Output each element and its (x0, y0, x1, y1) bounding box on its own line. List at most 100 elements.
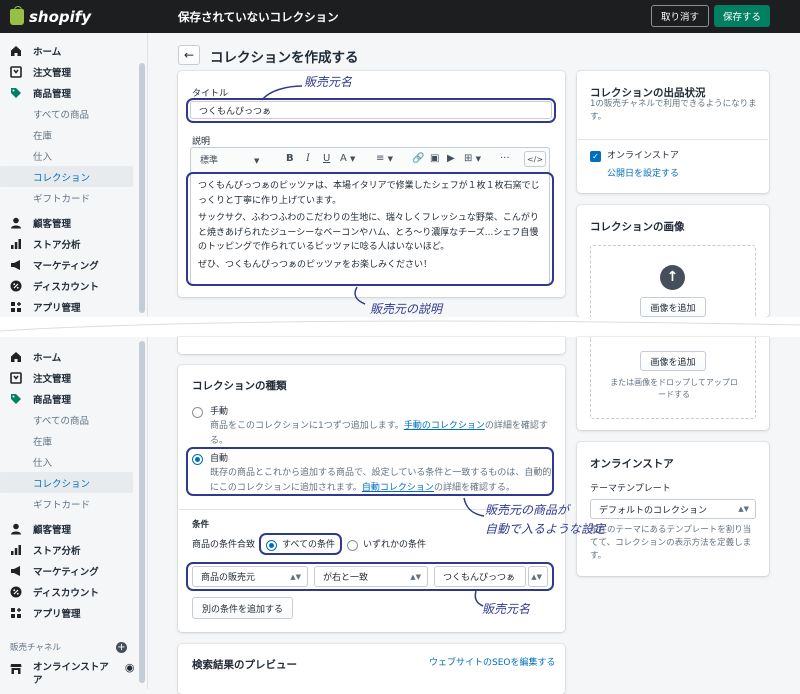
seo-edit-link[interactable]: ウェブサイトのSEOを編集する (429, 656, 555, 671)
sidebar-item-apps[interactable]: アプリ管理 (0, 296, 147, 317)
apps-icon (10, 607, 23, 619)
manual-collection-link[interactable]: 手動のコレクション (404, 421, 485, 431)
divider (578, 139, 768, 140)
match-all-radio[interactable] (266, 540, 277, 551)
sidebar-item-online-store[interactable]: オンラインストアア ◉ (0, 657, 147, 687)
screenshot-tear (0, 317, 800, 337)
sidebar-item-purchase[interactable]: 仕入 (0, 145, 147, 166)
back-button[interactable]: ← (178, 45, 200, 65)
sidebar-top: ホーム 注文管理 商品管理 すべての商品 在庫 仕入 コレクション ギフトカード… (0, 33, 148, 317)
sidebar-item-all-products[interactable]: すべての商品 (0, 103, 147, 124)
sidebar-scrollbar[interactable] (139, 63, 145, 313)
sidebar-item-customers[interactable]: 顧客管理 (0, 212, 147, 233)
sidebar-item-collections[interactable]: コレクション (0, 166, 133, 187)
align-icon[interactable]: ≡ ▼ (376, 153, 393, 164)
upload-icon: ↑ (660, 265, 685, 290)
orders-icon (10, 371, 23, 384)
match-any-radio[interactable] (347, 540, 358, 551)
sidebar-item-customers-2[interactable]: 顧客管理 (0, 518, 147, 539)
sidebar-item-home[interactable]: ホーム (0, 40, 147, 61)
add-condition-button[interactable]: 別の条件を追加する (192, 597, 293, 619)
sidebar-item-gift-cards[interactable]: ギフトカード (0, 187, 147, 208)
collection-type-card (178, 365, 565, 632)
sidebar-item-gift-cards-2[interactable]: ギフトカード (0, 493, 147, 514)
schedule-link[interactable]: 公開日を設定する (607, 167, 679, 182)
link-icon[interactable]: 🔗 (412, 153, 424, 164)
shopify-logo[interactable]: shopify (0, 5, 170, 26)
sidebar-item-apps-2[interactable]: アプリ管理 (0, 602, 147, 623)
auto-radio[interactable] (192, 454, 203, 465)
more-icon[interactable]: ··· (500, 153, 510, 164)
html-icon[interactable]: </> (524, 151, 546, 167)
sidebar-scrollbar-2[interactable] (139, 341, 145, 683)
sidebar-item-inventory[interactable]: 在庫 (0, 124, 147, 145)
store-icon (10, 663, 23, 675)
format-select[interactable]: 標準 ▼ (200, 153, 259, 166)
sidebar-item-all-products-2[interactable]: すべての商品 (0, 409, 147, 430)
match-label: 商品の条件合致 (192, 540, 256, 550)
sidebar-item-purchase-2[interactable]: 仕入 (0, 451, 147, 472)
sidebar-item-orders-2[interactable]: 注文管理 (0, 367, 147, 388)
auto-label: 自動 (210, 454, 229, 464)
template-help: 現在のテーマにあるテンプレートを割り当てて、コレクションの表示方法を定義します。 (590, 525, 752, 561)
bar-chart-icon (10, 238, 23, 250)
save-button[interactable]: 保存する (714, 5, 770, 27)
underline-icon[interactable]: U (323, 153, 330, 164)
annotation-arrow-1 (261, 85, 303, 101)
annotation-auto-setting-1: 販売元の商品が (485, 503, 570, 517)
sidebar-item-collections-2[interactable]: コレクション (0, 472, 133, 493)
text-color-icon[interactable]: A ▼ (340, 153, 355, 164)
description-paragraph-2: サックサク、ふわつふわのこだわりの生地に、瑞々しくフレッシュな野菜、こんがりと焼… (198, 213, 539, 252)
template-select[interactable]: デフォルトのコレクション ▲▼ (590, 499, 756, 519)
sales-channels-header: 販売チャネル + (10, 641, 127, 653)
sidebar-item-marketing-2[interactable]: マーケティング (0, 560, 147, 581)
seo-title: 検索結果のプレビュー (192, 659, 297, 671)
discard-button[interactable]: 取り消す (651, 5, 709, 27)
description-label: 説明 (192, 137, 211, 147)
sidebar-item-analytics-2[interactable]: ストア分析 (0, 539, 147, 560)
megaphone-icon (10, 259, 23, 271)
sidebar-item-discounts-2[interactable]: ディスカウント (0, 581, 147, 602)
annotation-arrow-4 (474, 590, 484, 607)
tag-icon (10, 393, 23, 405)
sidebar-item-products[interactable]: 商品管理 (0, 82, 147, 103)
condition-operator-select[interactable]: が右と一致 ▲▼ (314, 566, 428, 587)
sidebar-item-home-2[interactable]: ホーム (0, 346, 147, 367)
bar-chart-icon (10, 544, 23, 556)
online-store-checkbox[interactable]: ✓ (590, 151, 601, 162)
italic-icon[interactable]: I (306, 153, 310, 164)
table-icon[interactable]: ⊞ ▼ (464, 153, 481, 164)
title-input[interactable]: つくもんぴっつぁ (190, 101, 552, 119)
auto-collection-link[interactable]: 自動コレクション (362, 483, 434, 493)
video-icon[interactable]: ▶ (447, 153, 455, 164)
add-image-button[interactable]: 画像を追加 (640, 297, 706, 317)
sidebar-item-orders[interactable]: 注文管理 (0, 61, 147, 82)
sidebar-item-analytics[interactable]: ストア分析 (0, 233, 147, 254)
orders-icon (10, 65, 23, 78)
add-channel-icon[interactable]: + (116, 641, 127, 653)
condition-field-select[interactable]: 商品の販売元 ▲▼ (192, 566, 308, 587)
person-icon (10, 217, 23, 229)
sidebar-item-inventory-2[interactable]: 在庫 (0, 430, 147, 451)
annotation-vendor-name-2: 販売元名 (482, 602, 531, 616)
sidebar-item-discounts[interactable]: ディスカウント (0, 275, 147, 296)
image-card-title: コレクションの画像 (590, 221, 685, 233)
sidebar-item-marketing[interactable]: マーケティング (0, 254, 147, 275)
template-label: テーマテンプレート (590, 484, 671, 494)
page-title: コレクションを作成する (210, 50, 359, 66)
image-icon[interactable]: ▣ (430, 153, 439, 164)
bold-icon[interactable]: B (286, 153, 294, 164)
discount-icon (10, 586, 23, 598)
annotation-vendor-desc: 販売元の説明 (370, 302, 443, 316)
condition-value-select[interactable]: ▲▼ (528, 566, 548, 587)
add-image-button-2[interactable]: 画像を追加 (640, 351, 706, 371)
manual-radio[interactable] (192, 407, 203, 418)
match-any-label: いずれかの条件 (363, 540, 427, 550)
match-all-label: すべての条件 (282, 540, 336, 550)
partial-card-top (178, 337, 565, 354)
condition-value-input[interactable]: つくもんぴっつぁ (434, 566, 526, 587)
sidebar-item-products-2[interactable]: 商品管理 (0, 388, 147, 409)
auto-description: 既存の商品とこれから追加する商品で、設定している条件と一致するものは、自動的にこ… (210, 468, 552, 493)
eye-icon[interactable]: ◉ (125, 661, 135, 674)
title-label: タイトル (192, 89, 229, 99)
